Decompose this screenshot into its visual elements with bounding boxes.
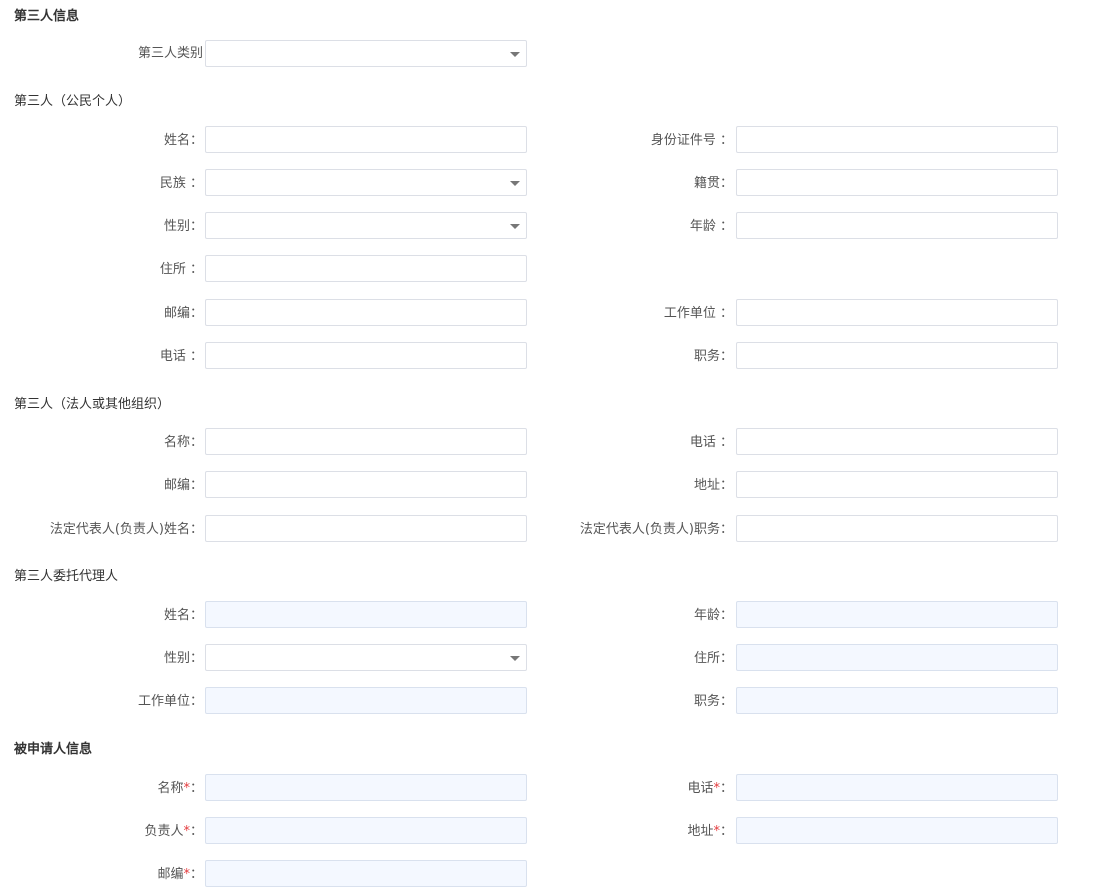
respondent-head-label: 负责人*： <box>144 824 203 839</box>
chevron-down-icon <box>510 656 520 661</box>
section-title-respondent: 被申请人信息 <box>14 742 93 757</box>
agent-residence-input[interactable] <box>737 645 1057 670</box>
respondent-phone-field[interactable] <box>736 774 1058 801</box>
citizen-age-field[interactable] <box>736 212 1058 239</box>
org-address-label: 地址： <box>693 478 733 493</box>
citizen-name-field[interactable] <box>205 126 527 153</box>
citizen-native-place-field[interactable] <box>736 169 1058 196</box>
org-rep-name-input[interactable] <box>206 516 526 541</box>
org-name-field[interactable] <box>205 428 527 455</box>
respondent-postcode-label: 邮编*： <box>157 867 203 882</box>
agent-age-input[interactable] <box>737 602 1057 627</box>
citizen-phone-input[interactable] <box>206 343 526 368</box>
citizen-residence-field[interactable] <box>205 255 527 282</box>
agent-residence-field[interactable] <box>736 644 1058 671</box>
agent-name-label: 姓名： <box>163 608 203 623</box>
third-party-category-label: 第三人类别 <box>137 46 203 61</box>
org-phone-label: 电话 ： <box>689 435 733 450</box>
agent-gender-select[interactable] <box>205 644 527 671</box>
respondent-postcode-input[interactable] <box>206 861 526 886</box>
citizen-id-field[interactable] <box>736 126 1058 153</box>
citizen-phone-label: 电话 ： <box>159 349 203 364</box>
org-postcode-field[interactable] <box>205 471 527 498</box>
citizen-position-label: 职务： <box>693 349 733 364</box>
citizen-phone-field[interactable] <box>205 342 527 369</box>
org-rep-position-field[interactable] <box>736 515 1058 542</box>
citizen-gender-select[interactable] <box>205 212 527 239</box>
citizen-position-input[interactable] <box>737 343 1057 368</box>
agent-employer-label: 工作单位： <box>137 694 203 709</box>
citizen-employer-field[interactable] <box>736 299 1058 326</box>
respondent-name-label: 名称*： <box>157 781 203 796</box>
citizen-id-input[interactable] <box>737 127 1057 152</box>
org-phone-input[interactable] <box>737 429 1057 454</box>
respondent-address-field[interactable] <box>736 817 1058 844</box>
chevron-down-icon <box>510 52 520 57</box>
citizen-residence-label: 住所 ： <box>159 262 203 277</box>
agent-residence-label: 住所： <box>693 651 733 666</box>
agent-position-input[interactable] <box>737 688 1057 713</box>
citizen-employer-label: 工作单位 ： <box>663 306 733 321</box>
respondent-phone-input[interactable] <box>737 775 1057 800</box>
agent-gender-label: 性别： <box>163 651 203 666</box>
org-rep-position-label: 法定代表人(负责人)职务： <box>579 522 733 537</box>
citizen-employer-input[interactable] <box>737 300 1057 325</box>
citizen-name-input[interactable] <box>206 127 526 152</box>
citizen-ethnicity-select[interactable] <box>205 169 527 196</box>
citizen-postcode-label: 邮编： <box>163 306 203 321</box>
citizen-native-place-input[interactable] <box>737 170 1057 195</box>
respondent-head-field[interactable] <box>205 817 527 844</box>
citizen-position-field[interactable] <box>736 342 1058 369</box>
section-title-third-party-info: 第三人信息 <box>14 9 80 24</box>
section-title-agent: 第三人委托代理人 <box>14 569 119 584</box>
org-name-label: 名称： <box>163 435 203 450</box>
respondent-postcode-field[interactable] <box>205 860 527 887</box>
agent-employer-input[interactable] <box>206 688 526 713</box>
citizen-postcode-field[interactable] <box>205 299 527 326</box>
agent-employer-field[interactable] <box>205 687 527 714</box>
third-party-category-select[interactable] <box>205 40 527 67</box>
respondent-address-label: 地址*： <box>687 824 733 839</box>
org-postcode-input[interactable] <box>206 472 526 497</box>
org-address-input[interactable] <box>737 472 1057 497</box>
org-rep-name-label: 法定代表人(负责人)姓名： <box>49 522 203 537</box>
org-rep-name-field[interactable] <box>205 515 527 542</box>
org-address-field[interactable] <box>736 471 1058 498</box>
respondent-head-input[interactable] <box>206 818 526 843</box>
org-postcode-label: 邮编： <box>163 478 203 493</box>
chevron-down-icon <box>510 181 520 186</box>
org-name-input[interactable] <box>206 429 526 454</box>
citizen-name-label: 姓名： <box>163 133 203 148</box>
org-rep-position-input[interactable] <box>737 516 1057 541</box>
agent-name-input[interactable] <box>206 602 526 627</box>
citizen-age-input[interactable] <box>737 213 1057 238</box>
agent-name-field[interactable] <box>205 601 527 628</box>
org-phone-field[interactable] <box>736 428 1058 455</box>
agent-age-field[interactable] <box>736 601 1058 628</box>
citizen-native-place-label: 籍贯： <box>693 176 733 191</box>
section-title-organization: 第三人（法人或其他组织） <box>14 397 171 412</box>
citizen-postcode-input[interactable] <box>206 300 526 325</box>
citizen-age-label: 年龄 ： <box>689 219 733 234</box>
respondent-address-input[interactable] <box>737 818 1057 843</box>
citizen-residence-input[interactable] <box>206 256 526 281</box>
citizen-id-label: 身份证件号 ： <box>650 133 733 148</box>
agent-position-field[interactable] <box>736 687 1058 714</box>
citizen-gender-label: 性别： <box>163 219 203 234</box>
respondent-phone-label: 电话*： <box>687 781 733 796</box>
chevron-down-icon <box>510 224 520 229</box>
respondent-name-field[interactable] <box>205 774 527 801</box>
citizen-ethnicity-label: 民族 ： <box>159 176 203 191</box>
respondent-name-input[interactable] <box>206 775 526 800</box>
section-title-citizen: 第三人（公民个人） <box>14 94 132 109</box>
agent-age-label: 年龄： <box>693 608 733 623</box>
agent-position-label: 职务： <box>693 694 733 709</box>
